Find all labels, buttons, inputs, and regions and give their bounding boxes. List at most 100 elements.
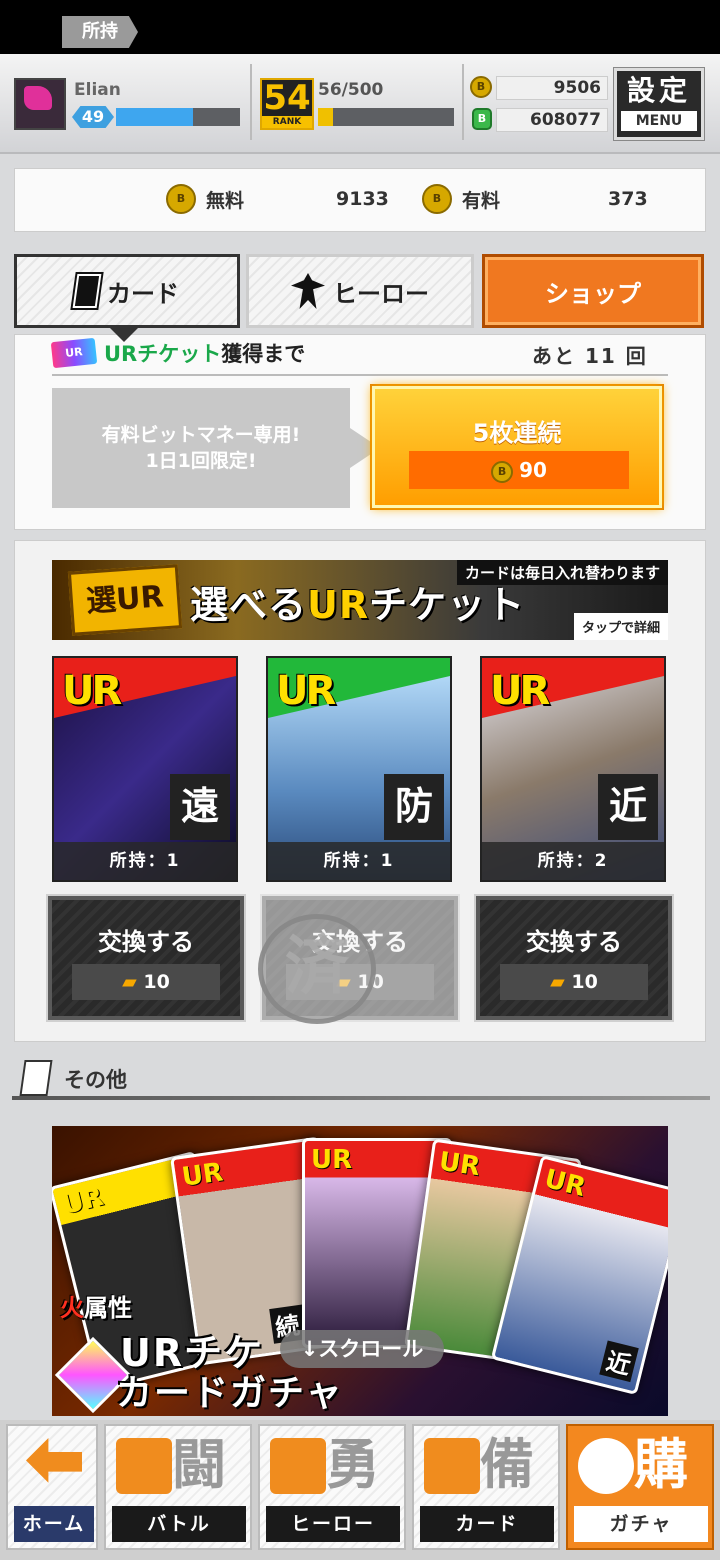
exchange-cost: ▰ 10 — [72, 964, 220, 1000]
banner-daily-note: カードは毎日入れ替わります — [456, 560, 668, 585]
coin-amount: 9506 — [496, 76, 608, 100]
ur-card-ranged[interactable]: UR 遠 所持：1 — [52, 656, 238, 882]
buy-5-label: 5枚連続 — [472, 419, 562, 447]
choose-ur-ticket-banner[interactable]: 選UR 選べるURチケット カードは毎日入れ替わります タップで詳細 — [52, 560, 668, 640]
gacha-banner-title-2: カードガチャ — [116, 1373, 344, 1414]
rank-label: RANK — [262, 116, 312, 128]
card-stack-icon — [19, 1060, 53, 1096]
paid-label: 有料 — [462, 190, 501, 212]
exchange-button-ranged[interactable]: 交換する ▰ 10 — [48, 896, 244, 1020]
gamepad-icon — [116, 1438, 172, 1494]
free-value: 9133 — [336, 188, 389, 210]
nav-gacha[interactable]: 購 ガチャ — [566, 1424, 714, 1550]
rank-badge: 54 RANK — [260, 78, 314, 130]
ticket-icon: ▰ — [550, 971, 572, 993]
tab-shop[interactable]: ショップ — [482, 254, 704, 328]
banner-title-b: UR — [307, 583, 370, 627]
nav-battle[interactable]: 闘 バトル — [104, 1424, 252, 1550]
card-owned-count: 所持：1 — [268, 842, 450, 880]
nav-card[interactable]: 備 カード — [412, 1424, 560, 1550]
buy-5-cost: B 90 — [409, 451, 629, 489]
nav-home[interactable]: ホーム — [6, 1424, 98, 1550]
card-attribute: 防 — [384, 774, 444, 840]
card-attribute: 近 — [598, 774, 658, 840]
nav-card-label: カード — [420, 1506, 554, 1542]
exchange-cost: ▰ 10 — [500, 964, 648, 1000]
tab-shop-label: ショップ — [545, 279, 641, 308]
banner-title-c: チケット — [369, 583, 526, 627]
card-owned-count: 所持：2 — [482, 842, 664, 880]
owned-tag: 所持 — [62, 16, 138, 48]
header-divider — [462, 64, 464, 140]
nav-battle-label: バトル — [112, 1506, 246, 1542]
bit-coin-icon: B — [491, 460, 514, 483]
exchange-cost-value: 10 — [571, 971, 598, 993]
nav-home-label: ホーム — [14, 1506, 94, 1542]
ticket-icon: ▰ — [122, 971, 144, 993]
ur-ticket-logo: 選UR — [67, 564, 183, 636]
bit-coin-icon: B — [470, 76, 492, 98]
level-badge: 49 — [72, 106, 114, 128]
exchange-button-melee[interactable]: 交換する ▰ 10 — [476, 896, 672, 1020]
paid-only-notice: 有料ビットマネー専用! 1日1回限定! — [52, 388, 350, 508]
exchange-label: 交換する — [526, 928, 622, 956]
gacha-card-rarity: UR — [59, 1181, 107, 1221]
tab-hero-label: ヒーロー — [333, 279, 429, 308]
divider — [52, 374, 668, 376]
nav-card-kanji: 備 — [480, 1433, 534, 1496]
card-rarity: UR — [490, 668, 550, 714]
hero-icon — [270, 1438, 326, 1494]
tab-hero[interactable]: ヒーロー — [246, 254, 474, 328]
section-divider — [12, 1096, 710, 1100]
bit-coin-icon: B — [422, 184, 452, 214]
exchange-label: 交換する — [98, 928, 194, 956]
card-icon — [72, 274, 102, 308]
gacha-card-rarity: UR — [311, 1145, 353, 1175]
buy-5-cost-value: 90 — [519, 458, 547, 482]
card-attribute: 遠 — [170, 774, 230, 840]
banner-tap-details: タップで詳細 — [573, 613, 668, 640]
gacha-card-rarity: UR — [180, 1157, 225, 1193]
ur-ticket-until-label: 獲得まで — [221, 342, 306, 366]
ur-ticket-progress-label: URチケット獲得まで — [104, 338, 305, 368]
rank-progress-bar — [318, 108, 454, 126]
nav-hero[interactable]: 勇 ヒーロー — [258, 1424, 406, 1550]
gem-amount: 608077 — [496, 108, 608, 132]
settings-kanji: 設定 — [626, 74, 691, 107]
rank-number: 54 — [263, 78, 311, 118]
tab-card-label: カード — [107, 279, 179, 308]
nav-hero-kanji: 勇 — [326, 1433, 380, 1496]
ur-card-defense[interactable]: UR 防 所持：1 — [266, 656, 452, 882]
rank-progress-text: 56/500 — [318, 80, 384, 100]
ur-card-melee[interactable]: UR 近 所持：2 — [480, 656, 666, 882]
player-name: Elian — [74, 80, 121, 100]
exchanged-stamp: 済 — [258, 914, 376, 1024]
fire-kanji: 火 — [60, 1294, 84, 1322]
fire-attribute-label: 火属性 — [60, 1288, 132, 1323]
gacha-card-rarity: UR — [437, 1146, 483, 1183]
card-rarity: UR — [276, 668, 336, 714]
gacha-ball-icon — [578, 1438, 634, 1494]
ur-ticket-label: URチケット — [104, 342, 222, 366]
settings-menu-button[interactable]: 設定 MENU — [614, 68, 704, 140]
bit-coin-icon: B — [166, 184, 196, 214]
nav-battle-kanji: 闘 — [172, 1433, 226, 1496]
ticket-icon: UR — [50, 337, 98, 369]
scroll-hint: ↓スクロール — [280, 1330, 444, 1368]
section-title-others: その他 — [64, 1068, 127, 1092]
paid-value: 373 — [608, 188, 648, 210]
hero-icon — [291, 273, 325, 309]
avatar[interactable] — [14, 78, 66, 130]
free-label: 無料 — [206, 190, 245, 212]
back-arrow-icon — [26, 1438, 82, 1483]
remaining-count: あと 11 回 — [532, 344, 648, 368]
nav-hero-label: ヒーロー — [266, 1506, 400, 1542]
gacha-card-attribute: 近 — [599, 1340, 639, 1383]
green-gem-icon: B — [472, 108, 492, 130]
card-owned-count: 所持：1 — [54, 842, 236, 880]
card-rarity: UR — [62, 668, 122, 714]
tab-card[interactable]: カード — [14, 254, 240, 328]
nav-gacha-label: ガチャ — [574, 1506, 708, 1542]
attribute-text: 属性 — [84, 1294, 132, 1322]
buy-5-consecutive-button[interactable]: 5枚連続 B 90 — [372, 386, 662, 508]
